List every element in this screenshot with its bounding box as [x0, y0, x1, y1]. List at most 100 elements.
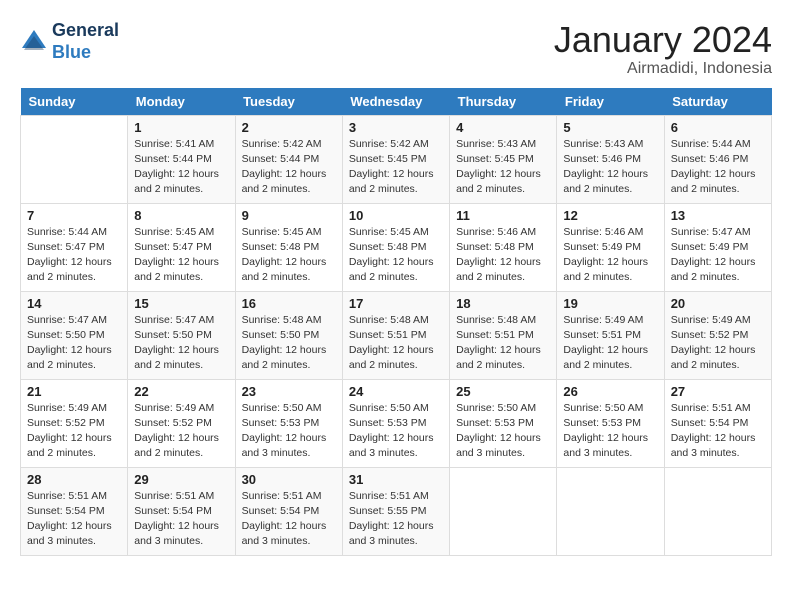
- weekday-header-cell: Tuesday: [235, 88, 342, 116]
- calendar-cell: 7Sunrise: 5:44 AMSunset: 5:47 PMDaylight…: [21, 203, 128, 291]
- day-number: 9: [242, 208, 336, 223]
- weekday-header-cell: Thursday: [450, 88, 557, 116]
- calendar-cell: 9 Sunrise: 5:45 AMSunset: 5:48 PMDaylight…: [235, 203, 342, 291]
- calendar-cell: 4Sunrise: 5:43 AMSunset: 5:45 PMDaylight…: [450, 115, 557, 203]
- calendar-cell: [557, 467, 664, 555]
- day-number: 19: [563, 296, 657, 311]
- calendar-week-row: 7Sunrise: 5:44 AMSunset: 5:47 PMDaylight…: [21, 203, 772, 291]
- calendar-table: SundayMondayTuesdayWednesdayThursdayFrid…: [20, 88, 772, 556]
- day-number: 12: [563, 208, 657, 223]
- calendar-cell: 24Sunrise: 5:50 AMSunset: 5:53 PMDayligh…: [342, 379, 449, 467]
- calendar-cell: 13 Sunrise: 5:47 AMSunset: 5:49 PMDayligh…: [664, 203, 771, 291]
- day-info: Sunrise: 5:49 AMSunset: 5:52 PMDaylight:…: [134, 401, 228, 462]
- calendar-cell: 19 Sunrise: 5:49 AMSunset: 5:51 PMDayligh…: [557, 291, 664, 379]
- day-number: 30: [242, 472, 336, 487]
- day-number: 17: [349, 296, 443, 311]
- day-number: 26: [563, 384, 657, 399]
- day-number: 31: [349, 472, 443, 487]
- day-info: Sunrise: 5:51 AMSunset: 5:54 PMDaylight:…: [671, 401, 765, 462]
- day-info: Sunrise: 5:49 AMSunset: 5:51 PMDaylight:…: [563, 313, 657, 374]
- day-number: 24: [349, 384, 443, 399]
- calendar-cell: 11 Sunrise: 5:46 AMSunset: 5:48 PMDayligh…: [450, 203, 557, 291]
- calendar-cell: [664, 467, 771, 555]
- calendar-cell: 17 Sunrise: 5:48 AMSunset: 5:51 PMDayligh…: [342, 291, 449, 379]
- calendar-cell: 8 Sunrise: 5:45 AMSunset: 5:47 PMDaylight…: [128, 203, 235, 291]
- weekday-header-row: SundayMondayTuesdayWednesdayThursdayFrid…: [21, 88, 772, 116]
- day-number: 23: [242, 384, 336, 399]
- title-block: January 2024 Airmadidi, Indonesia: [554, 20, 772, 78]
- day-info: Sunrise: 5:45 AMSunset: 5:48 PMDaylight:…: [349, 225, 443, 286]
- calendar-cell: 2Sunrise: 5:42 AMSunset: 5:44 PMDaylight…: [235, 115, 342, 203]
- calendar-cell: 21Sunrise: 5:49 AMSunset: 5:52 PMDayligh…: [21, 379, 128, 467]
- calendar-cell: 27 Sunrise: 5:51 AMSunset: 5:54 PMDayligh…: [664, 379, 771, 467]
- calendar-week-row: 28 Sunrise: 5:51 AMSunset: 5:54 PMDayligh…: [21, 467, 772, 555]
- day-number: 25: [456, 384, 550, 399]
- calendar-week-row: 1 Sunrise: 5:41 AMSunset: 5:44 PMDaylight…: [21, 115, 772, 203]
- calendar-cell: 29Sunrise: 5:51 AMSunset: 5:54 PMDayligh…: [128, 467, 235, 555]
- day-info: Sunrise: 5:49 AMSunset: 5:52 PMDaylight:…: [671, 313, 765, 374]
- calendar-cell: 31 Sunrise: 5:51 AMSunset: 5:55 PMDayligh…: [342, 467, 449, 555]
- day-number: 2: [242, 120, 336, 135]
- day-info: Sunrise: 5:49 AMSunset: 5:52 PMDaylight:…: [27, 401, 121, 462]
- day-info: Sunrise: 5:46 AMSunset: 5:48 PMDaylight:…: [456, 225, 550, 286]
- day-info: Sunrise: 5:45 AMSunset: 5:48 PMDaylight:…: [242, 225, 336, 286]
- day-info: Sunrise: 5:47 AMSunset: 5:49 PMDaylight:…: [671, 225, 765, 286]
- weekday-header-cell: Saturday: [664, 88, 771, 116]
- calendar-cell: 14 Sunrise: 5:47 AMSunset: 5:50 PMDayligh…: [21, 291, 128, 379]
- day-number: 1: [134, 120, 228, 135]
- day-number: 8: [134, 208, 228, 223]
- day-number: 15: [134, 296, 228, 311]
- calendar-cell: [450, 467, 557, 555]
- day-info: Sunrise: 5:48 AMSunset: 5:51 PMDaylight:…: [349, 313, 443, 374]
- day-number: 11: [456, 208, 550, 223]
- calendar-week-row: 14 Sunrise: 5:47 AMSunset: 5:50 PMDayligh…: [21, 291, 772, 379]
- day-number: 10: [349, 208, 443, 223]
- calendar-cell: [21, 115, 128, 203]
- calendar-cell: 12 Sunrise: 5:46 AMSunset: 5:49 PMDayligh…: [557, 203, 664, 291]
- day-info: Sunrise: 5:43 AMSunset: 5:46 PMDaylight:…: [563, 137, 657, 198]
- calendar-cell: 5 Sunrise: 5:43 AMSunset: 5:46 PMDaylight…: [557, 115, 664, 203]
- day-info: Sunrise: 5:50 AMSunset: 5:53 PMDaylight:…: [563, 401, 657, 462]
- day-number: 3: [349, 120, 443, 135]
- calendar-cell: 20 Sunrise: 5:49 AMSunset: 5:52 PMDayligh…: [664, 291, 771, 379]
- day-number: 13: [671, 208, 765, 223]
- day-info: Sunrise: 5:45 AMSunset: 5:47 PMDaylight:…: [134, 225, 228, 286]
- day-number: 14: [27, 296, 121, 311]
- weekday-header-cell: Wednesday: [342, 88, 449, 116]
- day-info: Sunrise: 5:46 AMSunset: 5:49 PMDaylight:…: [563, 225, 657, 286]
- day-number: 29: [134, 472, 228, 487]
- day-info: Sunrise: 5:51 AMSunset: 5:54 PMDaylight:…: [242, 489, 336, 550]
- calendar-cell: 6Sunrise: 5:44 AMSunset: 5:46 PMDaylight…: [664, 115, 771, 203]
- day-info: Sunrise: 5:48 AMSunset: 5:51 PMDaylight:…: [456, 313, 550, 374]
- weekday-header-cell: Sunday: [21, 88, 128, 116]
- day-info: Sunrise: 5:43 AMSunset: 5:45 PMDaylight:…: [456, 137, 550, 198]
- month-title: January 2024: [554, 20, 772, 60]
- weekday-header-cell: Monday: [128, 88, 235, 116]
- day-number: 22: [134, 384, 228, 399]
- day-info: Sunrise: 5:47 AMSunset: 5:50 PMDaylight:…: [27, 313, 121, 374]
- day-number: 27: [671, 384, 765, 399]
- calendar-cell: 30 Sunrise: 5:51 AMSunset: 5:54 PMDayligh…: [235, 467, 342, 555]
- calendar-cell: 26 Sunrise: 5:50 AMSunset: 5:53 PMDayligh…: [557, 379, 664, 467]
- day-info: Sunrise: 5:50 AMSunset: 5:53 PMDaylight:…: [456, 401, 550, 462]
- calendar-cell: 1 Sunrise: 5:41 AMSunset: 5:44 PMDaylight…: [128, 115, 235, 203]
- day-number: 28: [27, 472, 121, 487]
- day-info: Sunrise: 5:41 AMSunset: 5:44 PMDaylight:…: [134, 137, 228, 198]
- day-number: 20: [671, 296, 765, 311]
- calendar-cell: 3Sunrise: 5:42 AMSunset: 5:45 PMDaylight…: [342, 115, 449, 203]
- calendar-cell: 25 Sunrise: 5:50 AMSunset: 5:53 PMDayligh…: [450, 379, 557, 467]
- logo-icon: [20, 28, 48, 56]
- calendar-body: 1 Sunrise: 5:41 AMSunset: 5:44 PMDaylight…: [21, 115, 772, 555]
- logo-text: General Blue: [52, 20, 119, 63]
- day-info: Sunrise: 5:48 AMSunset: 5:50 PMDaylight:…: [242, 313, 336, 374]
- calendar-week-row: 21Sunrise: 5:49 AMSunset: 5:52 PMDayligh…: [21, 379, 772, 467]
- logo: General Blue: [20, 20, 119, 63]
- page-header: General Blue January 2024 Airmadidi, Ind…: [20, 20, 772, 78]
- calendar-cell: 18Sunrise: 5:48 AMSunset: 5:51 PMDayligh…: [450, 291, 557, 379]
- day-info: Sunrise: 5:51 AMSunset: 5:55 PMDaylight:…: [349, 489, 443, 550]
- weekday-header-cell: Friday: [557, 88, 664, 116]
- day-number: 5: [563, 120, 657, 135]
- day-info: Sunrise: 5:44 AMSunset: 5:47 PMDaylight:…: [27, 225, 121, 286]
- calendar-cell: 22 Sunrise: 5:49 AMSunset: 5:52 PMDayligh…: [128, 379, 235, 467]
- calendar-cell: 16Sunrise: 5:48 AMSunset: 5:50 PMDayligh…: [235, 291, 342, 379]
